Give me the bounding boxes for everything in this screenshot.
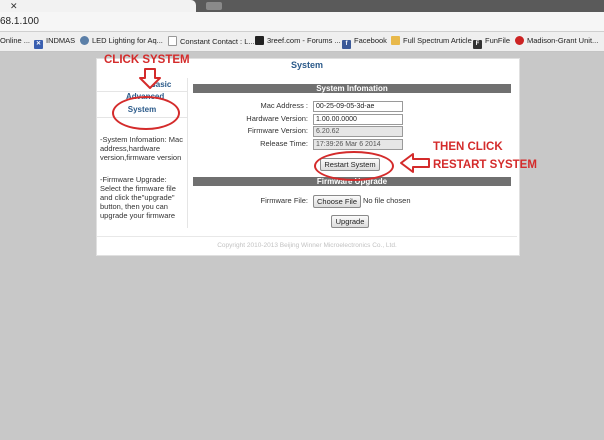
footer-divider [97,236,517,237]
system-info-header: System Infomation [193,84,511,93]
arrow-down-icon [139,68,161,89]
new-tab-button[interactable] [206,2,222,10]
annotation-restart-system: RESTART SYSTEM [433,159,537,171]
hardware-version-label: Hardware Version: [246,114,308,123]
globe-icon [80,36,89,45]
folder-icon [391,36,400,45]
close-icon[interactable]: ✕ [10,0,18,12]
sidebar-firmware-description: -Firmware Upgrade: Select the firmware f… [100,175,176,220]
firmware-version-field: 6.20.62 [313,126,403,137]
highlight-circle-system [112,96,180,130]
page-icon [168,36,177,46]
address-bar[interactable]: 68.1.100 [0,12,604,32]
flag-icon: ✕ [34,40,43,49]
reef-icon [255,36,264,45]
bookmark-facebook[interactable]: f Facebook [342,36,387,49]
copyright-text: Copyright 2010-2013 Beijing Winner Micro… [217,242,397,249]
firmware-version-label: Firmware Version: [247,126,308,135]
hardware-version-field[interactable]: 1.00.00.0000 [313,114,403,125]
bookmark-funfile[interactable]: F FunFile [473,36,510,49]
funfile-icon: F [473,40,482,49]
annotation-click-system: CLICK SYSTEM [104,54,190,66]
bookmarks-bar: Online ... ✕ INDMAS LED Lighting for Aq..… [0,32,604,52]
facebook-icon: f [342,40,351,49]
url-text[interactable]: 68.1.100 [0,16,39,28]
bookmark-madison-grant[interactable]: Madison-Grant Unit... [515,36,598,46]
annotation-then-click: THEN CLICK [433,141,503,153]
release-time-label: Release Time: [260,139,308,148]
upgrade-button[interactable]: Upgrade [331,215,369,228]
firmware-file-label: Firmware File: [260,196,308,205]
tab-strip: ✕ [0,0,604,12]
sidebar-system-description: -System Infomation: Mac address,hardware… [100,135,183,162]
bookmark-led-lighting[interactable]: LED Lighting for Aq... [80,36,163,46]
no-file-chosen-text: No file chosen [363,196,411,205]
mac-address-field[interactable]: 00-25-09-05-3d-ae [313,101,403,112]
arrow-left-icon [400,153,430,173]
apple-icon [515,36,524,45]
browser-tab[interactable]: ✕ [0,0,196,12]
choose-file-button[interactable]: Choose File [313,195,361,208]
bookmark-full-spectrum[interactable]: Full Spectrum Article [391,36,472,46]
bookmark-3reef[interactable]: 3reef.com - Forums ... [255,36,341,46]
sidebar-divider [97,91,187,92]
bookmark-online[interactable]: Online ... [0,36,30,46]
release-time-field: 17:39:26 Mar 6 2014 [313,139,403,150]
highlight-circle-restart [314,151,394,181]
bookmark-indmas[interactable]: ✕ INDMAS [34,36,75,49]
mac-address-label: Mac Address : [260,101,308,110]
bookmark-constant-contact[interactable]: Constant Contact : L... [168,36,255,47]
